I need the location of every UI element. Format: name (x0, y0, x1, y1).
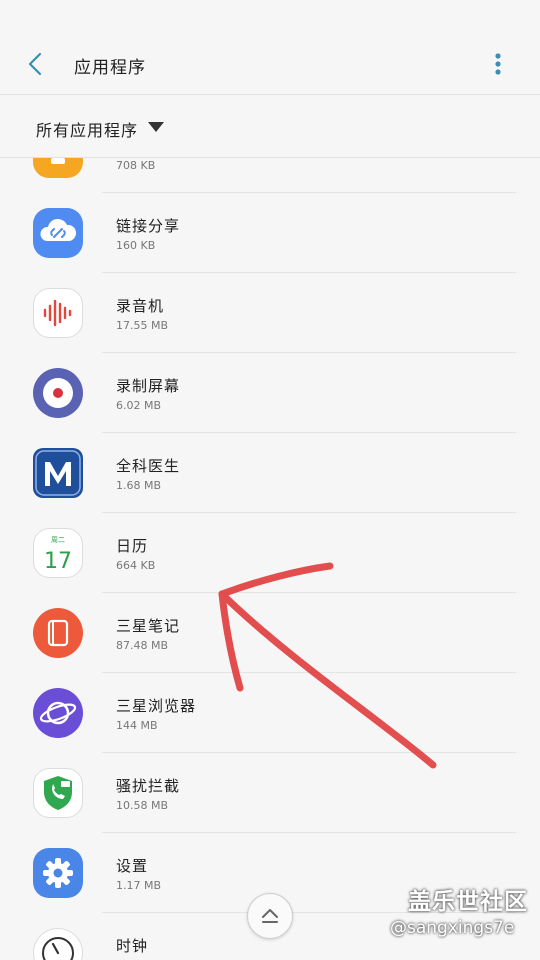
samsung-notes-icon (33, 608, 83, 658)
back-button[interactable] (20, 44, 52, 84)
top-app-bar: 应用程序 (0, 0, 540, 95)
app-size: 1.17 MB (116, 879, 162, 892)
app-list-item[interactable]: 三星笔记 87.48 MB (0, 593, 540, 673)
app-size: 160 KB (116, 239, 156, 252)
app-list-item[interactable]: 708 KB (0, 158, 540, 193)
app-list-item[interactable]: 三星浏览器 144 MB (0, 673, 540, 753)
more-vertical-icon (495, 53, 501, 75)
app-name: 骚扰拦截 (116, 777, 181, 795)
app-filter-dropdown[interactable]: 所有应用程序 (0, 95, 540, 158)
call-block-icon (33, 768, 83, 818)
app-name: 三星笔记 (116, 617, 181, 635)
watermark-title: 盖乐世社区 (408, 889, 528, 915)
app-size: 87.48 MB (116, 639, 169, 652)
app-list-item[interactable]: 链接分享 160 KB (0, 193, 540, 273)
link-sharing-cloud-icon (33, 208, 83, 258)
clock-icon (33, 928, 83, 960)
app-name: 时钟 (116, 937, 149, 955)
app-size: 17.55 MB (116, 319, 169, 332)
watermark-handle: @sangxings7e (390, 918, 515, 938)
double-chevron-up-icon (262, 909, 278, 923)
app-list-item[interactable]: 录音机 17.55 MB (0, 273, 540, 353)
calendar-weekday: 周二 (51, 536, 65, 544)
app-name: 录音机 (116, 297, 165, 315)
calendar-icon: 周二 17 (33, 528, 83, 578)
m-doctor-icon (33, 448, 83, 498)
app-name: 日历 (116, 537, 149, 555)
screen-recorder-icon (33, 368, 83, 418)
partial-orange-icon (33, 158, 83, 178)
app-size: 708 KB (116, 159, 156, 172)
app-name: 设置 (116, 857, 149, 875)
app-name: 三星浏览器 (116, 697, 197, 715)
chevron-left-icon (28, 52, 42, 76)
app-list-item[interactable]: 全科医生 1.68 MB (0, 433, 540, 513)
voice-recorder-icon (33, 288, 83, 338)
calendar-day: 17 (44, 549, 72, 574)
app-list: 708 KB 链接分享 160 KB 录音机 17.55 MB 录制屏幕 6.0… (0, 158, 540, 960)
samsung-internet-icon (33, 688, 83, 738)
caret-down-icon (148, 122, 164, 132)
filter-label: 所有应用程序 (36, 121, 139, 140)
app-name: 链接分享 (116, 217, 181, 235)
app-list-item[interactable]: 骚扰拦截 10.58 MB (0, 753, 540, 833)
app-list-item[interactable]: 周二 17 日历 664 KB (0, 513, 540, 593)
app-size: 10.58 MB (116, 799, 169, 812)
more-options-button[interactable] (486, 48, 510, 80)
app-name: 录制屏幕 (116, 377, 181, 395)
page-title: 应用程序 (74, 58, 146, 78)
app-name: 全科医生 (116, 457, 181, 475)
app-size: 664 KB (116, 559, 156, 572)
app-size: 144 MB (116, 719, 158, 732)
app-size: 6.02 MB (116, 399, 162, 412)
app-size: 1.68 MB (116, 479, 162, 492)
settings-gear-icon (33, 848, 83, 898)
app-list-item[interactable]: 录制屏幕 6.02 MB (0, 353, 540, 433)
scroll-to-top-button[interactable] (247, 893, 293, 939)
